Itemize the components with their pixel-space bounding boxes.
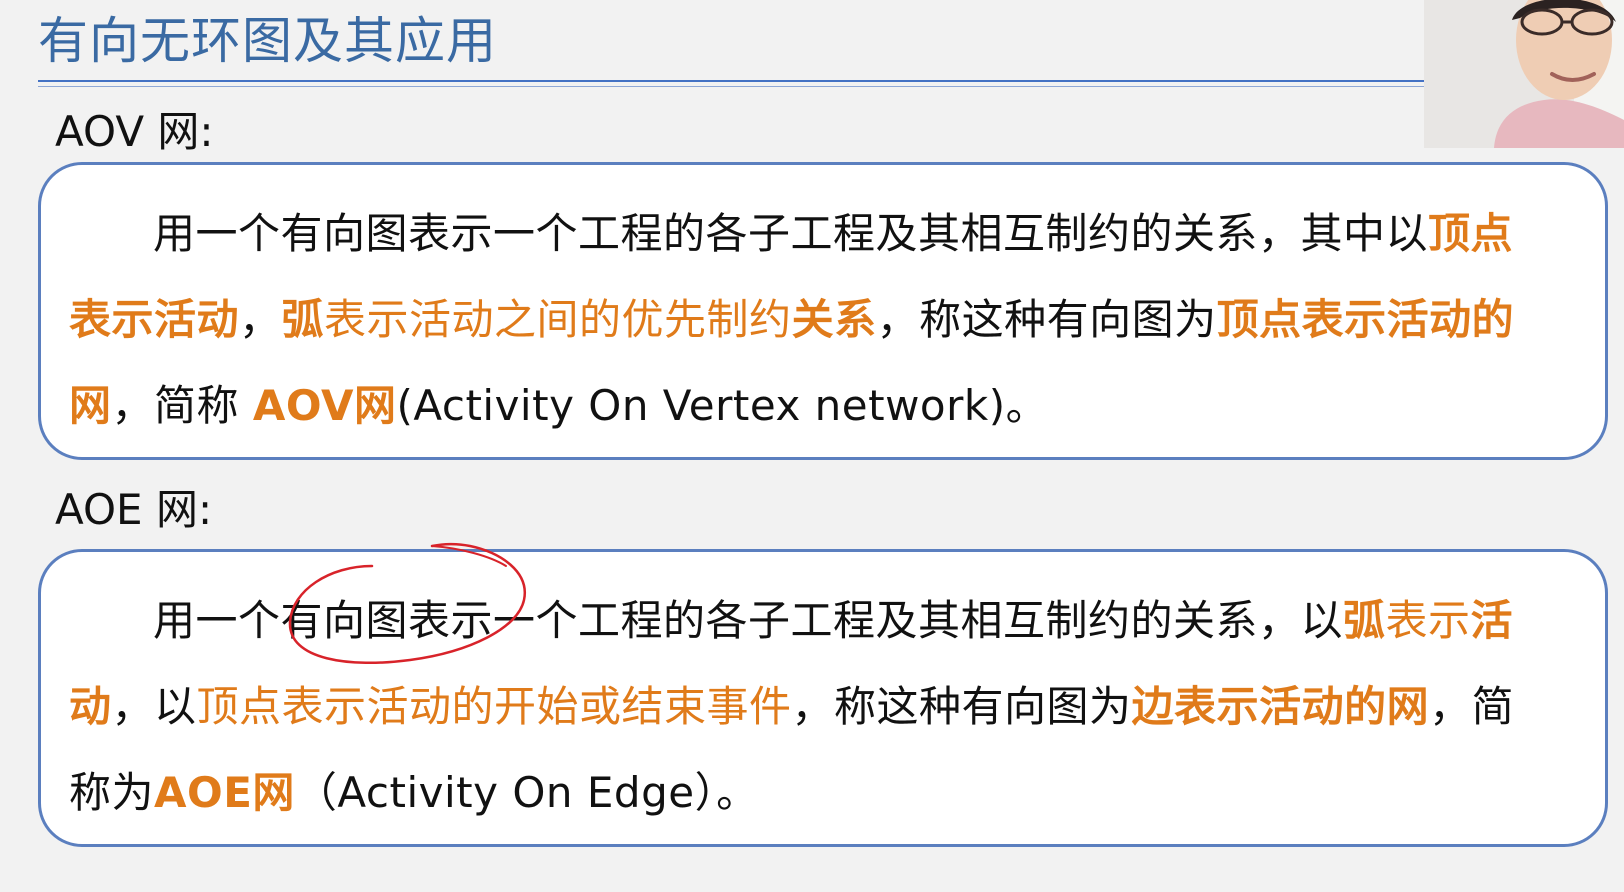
aov-highlight-arc: 弧: [281, 295, 325, 344]
aoe-label: AOE 网:: [55, 485, 213, 534]
aov-text-7: ，称这种有向图为: [876, 295, 1217, 344]
aov-highlight-relation: 关系: [791, 295, 877, 344]
aov-text-3: ，: [239, 295, 282, 344]
aoe-text-5: ，以: [111, 682, 197, 731]
aov-label: AOV 网:: [55, 107, 214, 156]
aoe-text-1: 用一个有向图表示一个工程的各子工程及其相互制约的关系，以: [153, 596, 1344, 645]
aov-highlight-abbrev: AOV网: [252, 381, 397, 430]
aov-highlight-arc-desc: 表示活动之间的优先制约: [324, 295, 792, 344]
aov-definition-text: 用一个有向图表示一个工程的各子工程及其相互制约的关系，其中以顶点表示活动，弧表示…: [69, 191, 1555, 449]
aoe-definition-text: 用一个有向图表示一个工程的各子工程及其相互制约的关系，以弧表示活动，以顶点表示活…: [69, 578, 1555, 836]
presenter-webcam-icon: [1424, 0, 1624, 148]
title-underline: [38, 80, 1424, 82]
aoe-highlight-abbrev: AOE网: [154, 768, 295, 817]
aoe-highlight-vertex-event: 顶点表示活动的开始或结束事件: [196, 682, 792, 731]
aoe-highlight-represent: 表示: [1385, 596, 1471, 645]
aoe-text-7: ，称这种有向图为: [791, 682, 1132, 731]
aoe-text-11: （Activity On Edge）。: [294, 768, 759, 817]
aoe-highlight-arc: 弧: [1343, 596, 1386, 645]
aoe-highlight-network-name: 边表示活动的网: [1131, 682, 1430, 731]
aoe-definition-box: 用一个有向图表示一个工程的各子工程及其相互制约的关系，以弧表示活动，以顶点表示活…: [38, 549, 1608, 847]
aov-definition-box: 用一个有向图表示一个工程的各子工程及其相互制约的关系，其中以顶点表示活动，弧表示…: [38, 162, 1608, 460]
aov-text-1: 用一个有向图表示一个工程的各子工程及其相互制约的关系，其中以: [153, 209, 1429, 258]
aov-text-11: (Activity On Vertex network)。: [396, 381, 1049, 430]
aov-text-9: ，简称: [111, 381, 253, 430]
slide-title: 有向无环图及其应用: [38, 12, 497, 70]
title-underline-thin: [38, 86, 1424, 87]
